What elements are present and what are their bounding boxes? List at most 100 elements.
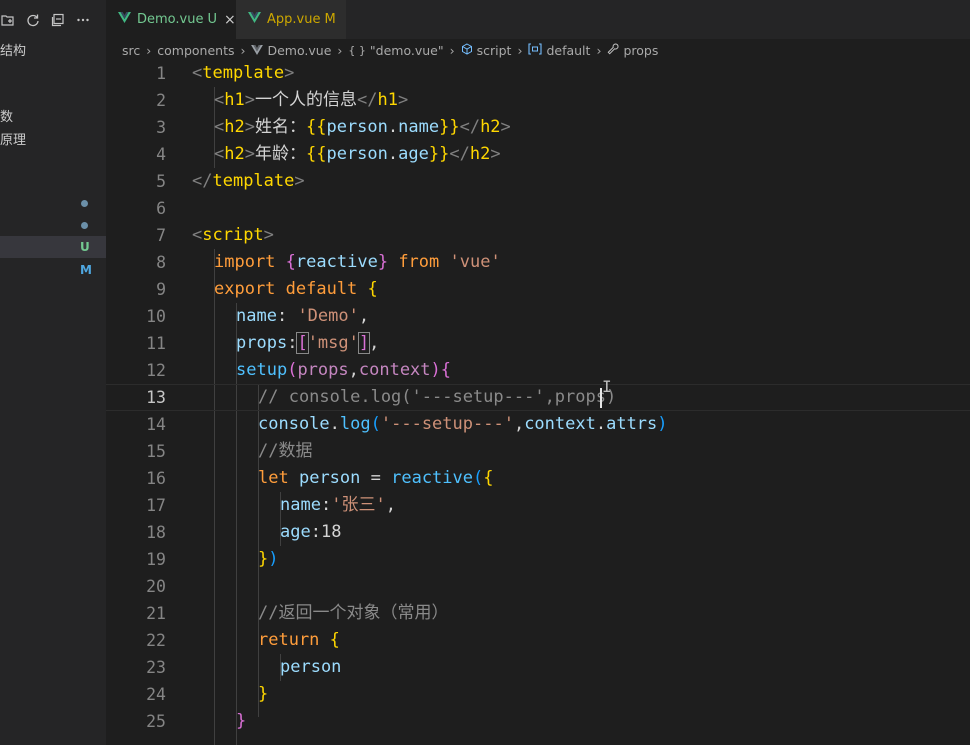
explorer-sidebar: 结构 数 原理 U M xyxy=(0,0,106,745)
code-line[interactable]: 11 props:['msg'], xyxy=(106,330,970,357)
collapse-all-icon[interactable] xyxy=(50,12,66,28)
line-number: 2 xyxy=(156,91,166,110)
line-code: <h1>一个人的信息</h1> xyxy=(214,90,409,110)
code-line[interactable]: 16 let person = reactive({ xyxy=(106,465,970,492)
vue-icon xyxy=(248,12,261,27)
new-folder-icon[interactable] xyxy=(0,12,16,28)
code-line[interactable]: 25 } xyxy=(106,708,970,735)
more-actions-icon[interactable] xyxy=(75,12,91,28)
explorer-toolbar xyxy=(0,9,91,31)
line-number: 11 xyxy=(146,334,166,353)
code-line[interactable]: 23 person xyxy=(106,654,970,681)
code-line[interactable]: 7 <script> xyxy=(106,222,970,249)
line-number: 17 xyxy=(146,496,166,515)
code-line[interactable]: 5 </template> xyxy=(106,168,970,195)
line-number: 10 xyxy=(146,307,166,326)
line-number: 24 xyxy=(146,685,166,704)
line-number: 7 xyxy=(156,226,166,245)
vue-icon xyxy=(251,43,264,58)
line-number: 1 xyxy=(156,64,166,83)
breadcrumb-item-script[interactable]: script xyxy=(477,43,512,58)
breadcrumb-item-file[interactable]: Demo.vue xyxy=(267,43,331,58)
chevron-right-icon: › xyxy=(596,42,602,58)
sidebar-item-label[interactable]: 原理 xyxy=(0,129,26,148)
ibeam-cursor-icon: I xyxy=(602,377,612,396)
wrench-icon xyxy=(607,42,619,58)
vue-icon xyxy=(118,12,131,27)
line-code: } xyxy=(258,684,269,704)
code-line[interactable]: 3 <h2>姓名：{{person.name}}</h2> xyxy=(106,114,970,141)
chevron-right-icon: › xyxy=(240,42,246,58)
line-number: 22 xyxy=(146,631,166,650)
object-icon xyxy=(528,42,543,58)
chevron-right-icon: › xyxy=(449,42,455,58)
breadcrumb-item-vue-block[interactable]: "demo.vue" xyxy=(370,43,444,58)
line-code: // console.log('---setup---',props) xyxy=(258,387,617,407)
tab-demo-vue[interactable]: Demo.vue U × xyxy=(106,0,236,39)
line-code: console.log('---setup---',context.attrs) xyxy=(258,414,668,434)
sidebar-item-label[interactable]: 数 xyxy=(0,106,13,125)
editor-tab-bar: Demo.vue U × App.vue M xyxy=(106,0,970,39)
code-line[interactable]: 14 console.log('---setup---',context.att… xyxy=(106,411,970,438)
line-code: setup(props,context){ xyxy=(236,360,452,380)
code-line[interactable]: 12 setup(props,context){ xyxy=(106,357,970,384)
sidebar-selected-item[interactable] xyxy=(0,236,106,258)
code-line[interactable]: 9 export default { xyxy=(106,276,970,303)
braces-icon: { } xyxy=(348,43,366,57)
code-line[interactable]: 20 xyxy=(106,573,970,600)
code-line[interactable]: 19 }) xyxy=(106,546,970,573)
modified-badge: M xyxy=(80,263,92,277)
code-editor[interactable]: 1 <template> 2 <h1>一个人的信息</h1> 3 <h2>姓名：… xyxy=(106,60,970,745)
line-number: 20 xyxy=(146,577,166,596)
code-line[interactable]: 15 //数据 xyxy=(106,438,970,465)
breadcrumb: src › components › Demo.vue › { } "demo.… xyxy=(122,40,658,60)
code-line[interactable]: 21 //返回一个对象（常用） xyxy=(106,600,970,627)
line-code: name:'张三', xyxy=(280,495,396,515)
line-code: //数据 xyxy=(258,441,313,461)
chevron-right-icon: › xyxy=(146,42,152,58)
code-line[interactable]: 22 return { xyxy=(106,627,970,654)
line-number: 15 xyxy=(146,442,166,461)
breadcrumb-item-src[interactable]: src xyxy=(122,43,140,58)
line-number: 8 xyxy=(156,253,166,272)
line-number: 18 xyxy=(146,523,166,542)
code-line[interactable]: 2 <h1>一个人的信息</h1> xyxy=(106,87,970,114)
code-line[interactable]: 18 age:18 xyxy=(106,519,970,546)
close-icon[interactable]: × xyxy=(224,12,236,28)
chevron-right-icon: › xyxy=(517,42,523,58)
line-number: 5 xyxy=(156,172,166,191)
line-number: 6 xyxy=(156,199,166,218)
code-line[interactable]: 4 <h2>年龄：{{person.age}}</h2> xyxy=(106,141,970,168)
line-code: <h2>姓名：{{person.name}}</h2> xyxy=(214,117,511,137)
code-line[interactable]: 6 xyxy=(106,195,970,222)
refresh-icon[interactable] xyxy=(25,12,41,28)
code-line[interactable]: 17 name:'张三', xyxy=(106,492,970,519)
line-code: import {reactive} from 'vue' xyxy=(214,252,501,272)
line-number: 4 xyxy=(156,145,166,164)
line-number: 19 xyxy=(146,550,166,569)
code-line[interactable]: 24 } xyxy=(106,681,970,708)
line-code: }) xyxy=(258,549,279,569)
code-line[interactable]: 10 name: 'Demo', xyxy=(106,303,970,330)
code-line-current[interactable]: 13 // console.log('---setup---',props) I xyxy=(106,377,970,411)
line-code: <template> xyxy=(192,63,295,83)
modified-dot-icon xyxy=(81,222,88,229)
line-number: 3 xyxy=(156,118,166,137)
line-number: 12 xyxy=(146,361,166,380)
line-code: <h2>年龄：{{person.age}}</h2> xyxy=(214,144,501,164)
line-code: export default { xyxy=(214,279,378,299)
line-code: return { xyxy=(258,630,340,650)
line-code: } xyxy=(236,711,247,731)
breadcrumb-item-props[interactable]: props xyxy=(623,43,658,58)
tab-status-badge: M xyxy=(324,12,336,27)
breadcrumb-item-components[interactable]: components xyxy=(157,43,234,58)
code-line[interactable]: 8 import {reactive} from 'vue' xyxy=(106,249,970,276)
line-number: 16 xyxy=(146,469,166,488)
line-code: <script> xyxy=(192,225,274,245)
breadcrumb-item-default[interactable]: default xyxy=(546,43,590,58)
line-number: 25 xyxy=(146,712,166,731)
sidebar-item-label[interactable]: 结构 xyxy=(0,40,26,59)
code-line[interactable]: 1 <template> xyxy=(106,60,970,87)
line-code: age:18 xyxy=(280,522,342,542)
tab-app-vue[interactable]: App.vue M xyxy=(236,0,346,39)
